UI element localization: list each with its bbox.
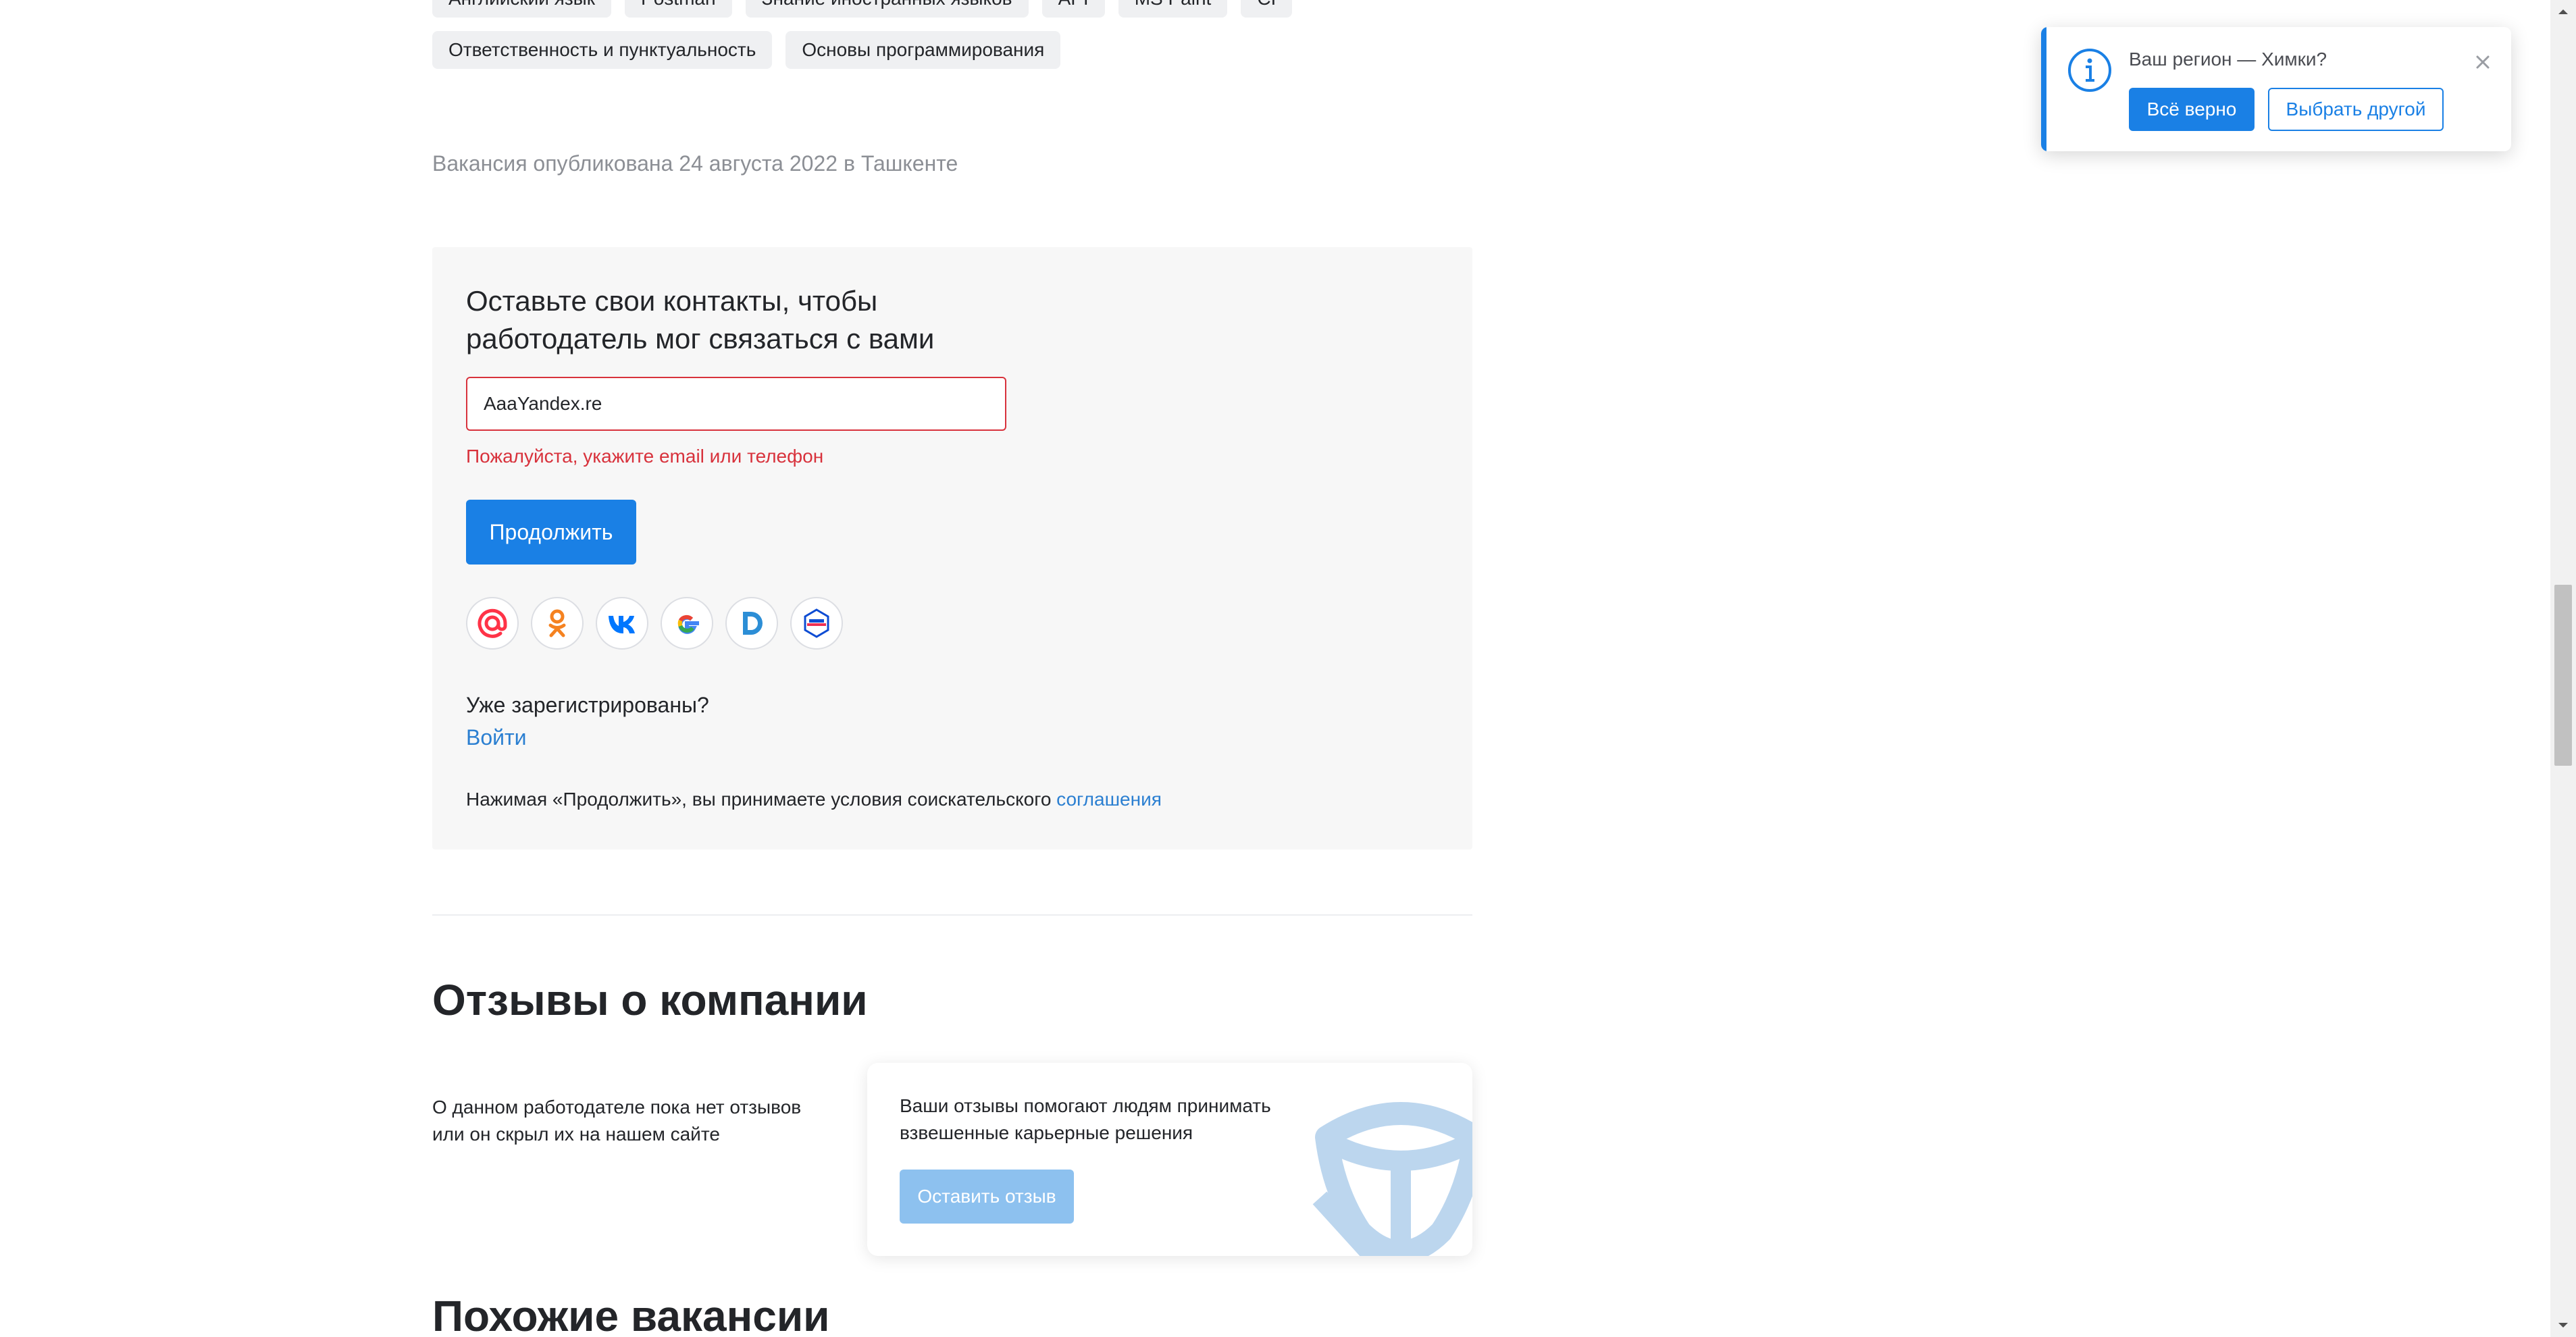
leave-review-button[interactable]: Оставить отзыв bbox=[900, 1170, 1074, 1224]
login-link[interactable]: Войти bbox=[466, 725, 527, 750]
mail-ru-login-button[interactable] bbox=[466, 597, 519, 650]
no-reviews-text: О данном работодателе пока нет отзывов и… bbox=[432, 1097, 802, 1145]
region-choose-other-button[interactable]: Выбрать другой bbox=[2268, 88, 2444, 131]
reviews-section-title: Отзывы о компании bbox=[432, 976, 868, 1024]
skill-tag: Английский язык bbox=[432, 0, 612, 18]
continue-button[interactable]: Продолжить bbox=[466, 500, 636, 565]
skill-tag: Основы программирования bbox=[785, 31, 1061, 69]
vk-icon bbox=[609, 616, 635, 633]
odnoklassniki-login-button[interactable] bbox=[531, 597, 584, 650]
agreement-text: Нажимая «Продолжить», вы принимаете усло… bbox=[466, 789, 1162, 810]
vacancy-page: Английский язык Postman Знание иностранных… bbox=[0, 0, 2576, 1337]
info-icon bbox=[2068, 49, 2111, 92]
published-date-text: Вакансия опубликована 24 августа 2022 в … bbox=[432, 151, 958, 176]
google-login-button[interactable] bbox=[661, 597, 713, 650]
odnoklassniki-icon bbox=[548, 609, 566, 637]
similar-vacancies-title: Похожие вакансии bbox=[432, 1292, 830, 1337]
close-icon[interactable] bbox=[2471, 50, 2495, 74]
skills-row-1: Английский язык Postman Знание иностранных… bbox=[432, 0, 1486, 31]
skill-tag: CI bbox=[1241, 0, 1293, 18]
vk-login-button[interactable] bbox=[596, 597, 648, 650]
d-icon bbox=[743, 612, 763, 635]
page-scrollbar[interactable] bbox=[2550, 0, 2576, 1337]
contact-input[interactable] bbox=[466, 377, 1006, 431]
skill-tag: MS Paint bbox=[1118, 0, 1228, 18]
skill-tag: Ответственность и пунктуальность bbox=[432, 31, 773, 69]
popup-accent-bar bbox=[2041, 27, 2046, 151]
google-icon bbox=[677, 614, 699, 634]
steering-wheel-decoration-icon bbox=[1312, 1102, 1472, 1256]
region-question: Ваш регион — Химки? bbox=[2129, 49, 2327, 70]
leave-review-card: Ваши отзывы помогают людям принимать взв… bbox=[867, 1063, 1472, 1256]
agreement-link[interactable]: соглашения bbox=[1056, 789, 1162, 810]
skill-tag: Postman bbox=[625, 0, 732, 18]
skills-row-2: Ответственность и пунктуальность Основы п… bbox=[432, 31, 1486, 82]
scroll-up-arrow-icon[interactable] bbox=[2550, 0, 2576, 23]
gosuslugi-login-button[interactable] bbox=[790, 597, 843, 650]
region-confirm-button[interactable]: Всё верно bbox=[2129, 88, 2255, 131]
skills-tags: Английский язык Postman Знание иностранных… bbox=[432, 0, 1486, 82]
scroll-down-arrow-icon[interactable] bbox=[2550, 1314, 2576, 1337]
region-popup: Ваш регион — Химки? Всё верно Выбрать др… bbox=[2041, 27, 2511, 151]
already-registered-text: Уже зарегистрированы? bbox=[466, 693, 709, 717]
agreement-prefix: Нажимая «Продолжить», вы принимаете усло… bbox=[466, 789, 1052, 810]
d-login-button[interactable] bbox=[725, 597, 778, 650]
contacts-title: Оставьте свои контакты, чтобы работодате… bbox=[466, 285, 935, 355]
skill-tag: API bbox=[1041, 0, 1105, 18]
section-divider bbox=[432, 914, 1472, 916]
contact-error-message: Пожалуйста, укажите email или телефон bbox=[466, 446, 824, 467]
skill-tag: Знание иностранных языков bbox=[745, 0, 1029, 18]
contacts-form-panel: Оставьте свои контакты, чтобы работодате… bbox=[432, 247, 1472, 849]
mail-ru-icon bbox=[478, 608, 507, 638]
review-card-text: Ваши отзывы помогают людям принимать взв… bbox=[900, 1095, 1271, 1143]
scrollbar-thumb[interactable] bbox=[2554, 585, 2572, 766]
gosuslugi-icon bbox=[804, 608, 829, 638]
